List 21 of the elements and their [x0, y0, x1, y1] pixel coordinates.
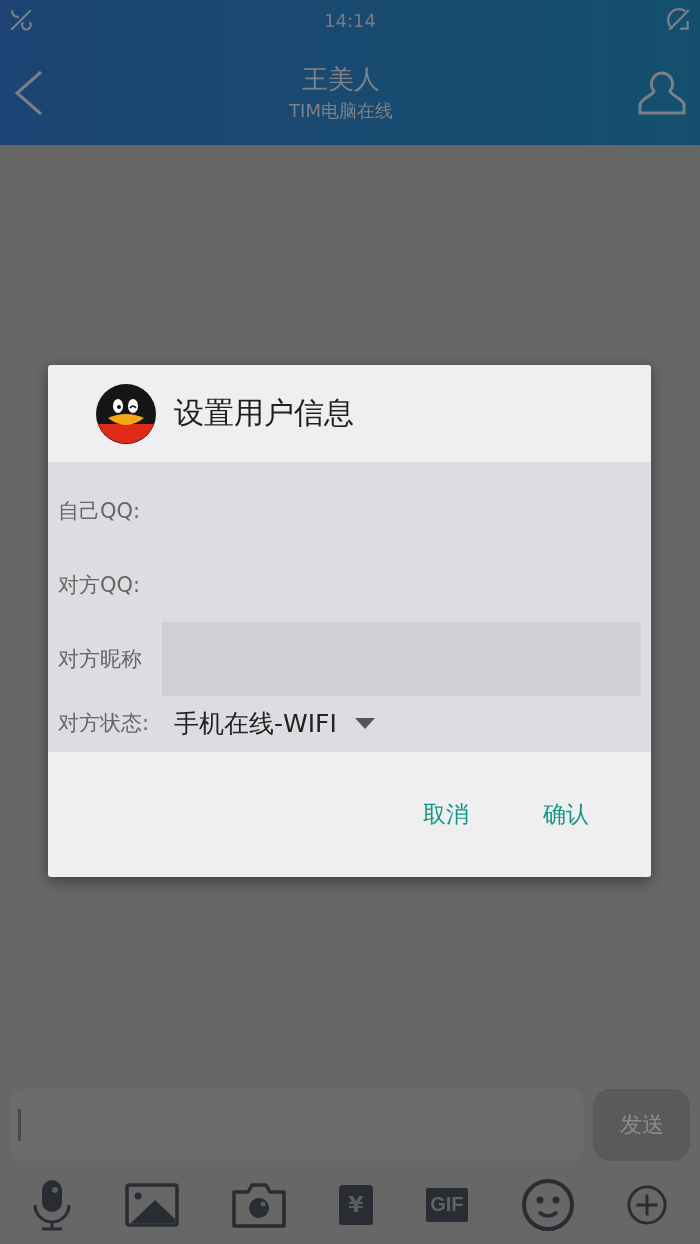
image-icon[interactable] — [125, 1181, 180, 1228]
person-icon[interactable] — [638, 69, 686, 116]
field-label: 对方QQ: — [58, 572, 142, 599]
confirm-button[interactable]: 确认 — [523, 789, 609, 840]
field-label: 自己QQ: — [58, 498, 142, 525]
field-label: 对方昵称 — [58, 646, 143, 673]
status-dropdown[interactable]: 手机在线-WIFI — [174, 706, 375, 740]
back-icon[interactable] — [14, 69, 44, 116]
cancel-button[interactable]: 取消 — [403, 789, 489, 840]
dropdown-arrow-icon — [354, 717, 375, 729]
contact-status: TIM电脑在线 — [289, 99, 393, 123]
field-label: 对方状态: — [58, 710, 151, 737]
camera-icon[interactable] — [232, 1181, 287, 1228]
dialog-title: 设置用户信息 — [174, 394, 354, 432]
status-time: 14:14 — [324, 9, 376, 31]
message-field[interactable] — [10, 1089, 583, 1161]
envelope-icon[interactable]: ¥ — [338, 1184, 373, 1225]
smiley-icon[interactable] — [520, 1177, 575, 1232]
penguin-icon — [96, 383, 156, 444]
contact-name: 王美人 — [302, 63, 380, 96]
microphone-icon[interactable] — [32, 1178, 73, 1231]
